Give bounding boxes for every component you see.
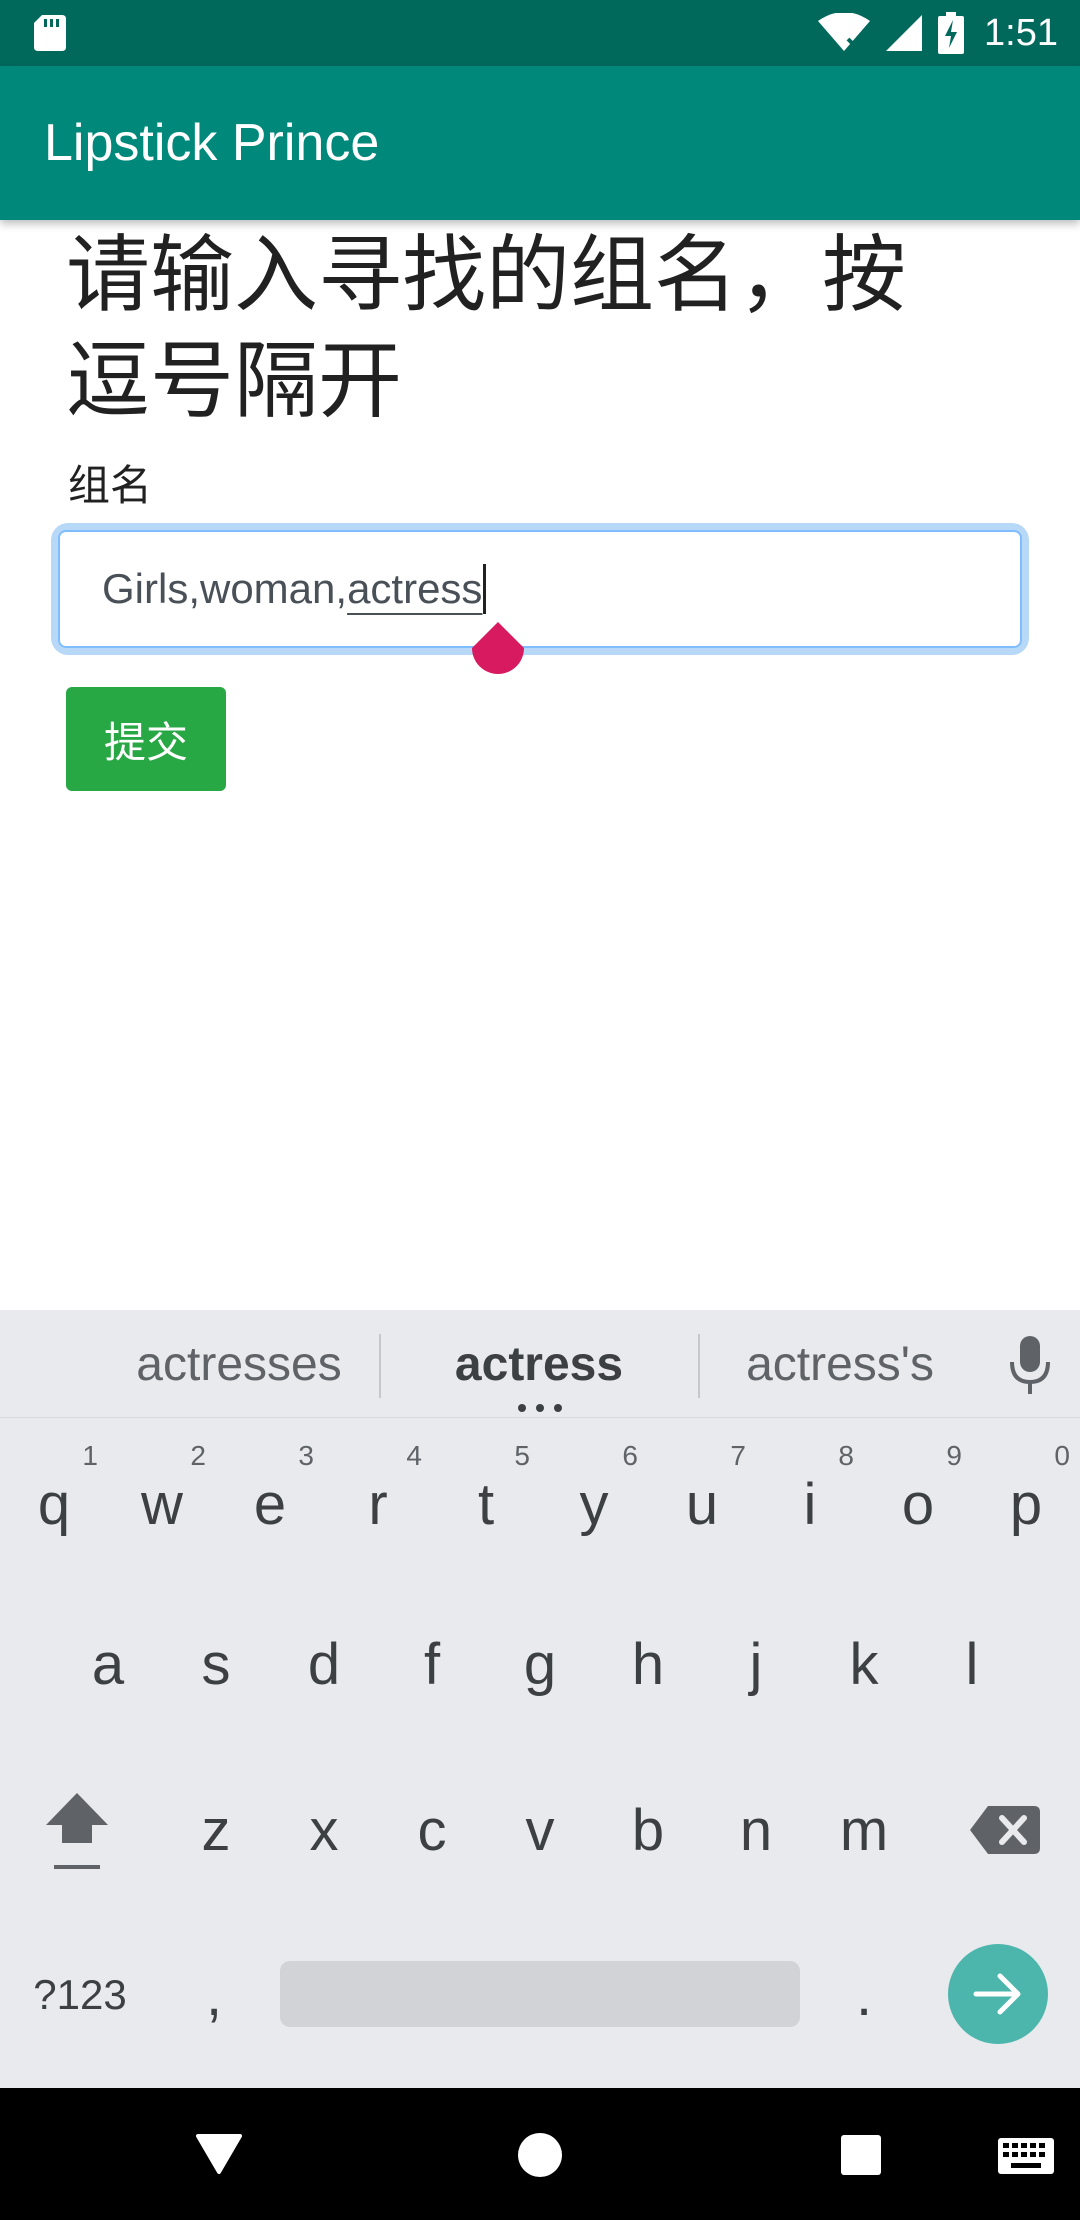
group-name-label: 组名: [68, 461, 153, 510]
suggestion-strip: actresses actress actress's: [0, 1310, 1080, 1418]
key-t[interactable]: t5: [432, 1434, 540, 1574]
app-bar: Lipstick Prince: [0, 66, 1080, 220]
backspace-icon: [970, 1806, 1040, 1854]
key-a[interactable]: a: [54, 1594, 162, 1734]
text-cursor: [483, 564, 487, 614]
key-w[interactable]: w2: [108, 1434, 216, 1574]
more-suggestions-icon[interactable]: [517, 1403, 563, 1413]
input-text-composing: actress: [347, 565, 483, 612]
key-h[interactable]: h: [594, 1594, 702, 1734]
period-key[interactable]: .: [810, 1930, 918, 2060]
shift-icon: [46, 1793, 108, 1869]
status-bar: 1:51: [0, 0, 1080, 66]
key-y[interactable]: y6: [540, 1434, 648, 1574]
wifi-icon: [818, 13, 871, 53]
key-m[interactable]: m: [810, 1760, 918, 1900]
soft-keyboard: actresses actress actress's q1 w2 e3 r4 …: [0, 1310, 1080, 2088]
key-i[interactable]: i8: [756, 1434, 864, 1574]
key-d[interactable]: d: [270, 1594, 378, 1734]
recents-icon[interactable]: [840, 2134, 882, 2176]
keyboard-switch-icon[interactable]: [998, 2138, 1054, 2174]
heading-line-1: 请输入寻找的组名，按: [66, 226, 907, 324]
back-icon[interactable]: [196, 2134, 242, 2174]
group-name-field-wrapper: Girls,woman, actress: [58, 530, 1022, 648]
key-f[interactable]: f: [378, 1594, 486, 1734]
group-name-input[interactable]: Girls,woman, actress: [58, 530, 1022, 648]
suggestion-center[interactable]: actress: [380, 1310, 698, 1418]
key-c[interactable]: c: [378, 1760, 486, 1900]
key-j[interactable]: j: [702, 1594, 810, 1734]
key-n[interactable]: n: [702, 1760, 810, 1900]
submit-button[interactable]: 提交: [66, 687, 226, 791]
key-q[interactable]: q1: [0, 1434, 108, 1574]
symbols-key[interactable]: ?123: [24, 1960, 136, 2030]
backspace-key[interactable]: [940, 1760, 1070, 1900]
key-v[interactable]: v: [486, 1760, 594, 1900]
app-title: Lipstick Prince: [44, 114, 380, 172]
key-k[interactable]: k: [810, 1594, 918, 1734]
shift-key[interactable]: [12, 1760, 142, 1900]
enter-key[interactable]: [948, 1944, 1048, 2044]
sd-card-icon: [34, 15, 66, 51]
suggestion-left[interactable]: actresses: [100, 1310, 378, 1418]
key-r[interactable]: r4: [324, 1434, 432, 1574]
text-selection-handle[interactable]: [470, 622, 526, 684]
space-key[interactable]: [280, 1961, 800, 2027]
heading-line-2: 逗号隔开: [66, 332, 403, 430]
battery-charging-icon: [938, 12, 965, 54]
key-l[interactable]: l: [918, 1594, 1026, 1734]
arrow-right-icon: [973, 1973, 1021, 2015]
key-p[interactable]: p0: [972, 1434, 1080, 1574]
key-s[interactable]: s: [162, 1594, 270, 1734]
signal-icon: [886, 15, 923, 51]
key-e[interactable]: e3: [216, 1434, 324, 1574]
suggestion-right[interactable]: actress's: [700, 1310, 980, 1418]
home-icon[interactable]: [517, 2132, 563, 2178]
page-heading: 请输入寻找的组名，按 逗号隔开: [66, 222, 1006, 434]
key-z[interactable]: z: [162, 1760, 270, 1900]
status-time: 1:51: [984, 11, 1058, 54]
key-o[interactable]: o9: [864, 1434, 972, 1574]
key-b[interactable]: b: [594, 1760, 702, 1900]
key-x[interactable]: x: [270, 1760, 378, 1900]
navigation-bar: [0, 2088, 1080, 2220]
microphone-icon[interactable]: [1008, 1336, 1052, 1394]
key-u[interactable]: u7: [648, 1434, 756, 1574]
input-text-prefix: Girls,woman,: [102, 565, 348, 612]
key-g[interactable]: g: [486, 1594, 594, 1734]
comma-key[interactable]: ,: [160, 1930, 268, 2060]
